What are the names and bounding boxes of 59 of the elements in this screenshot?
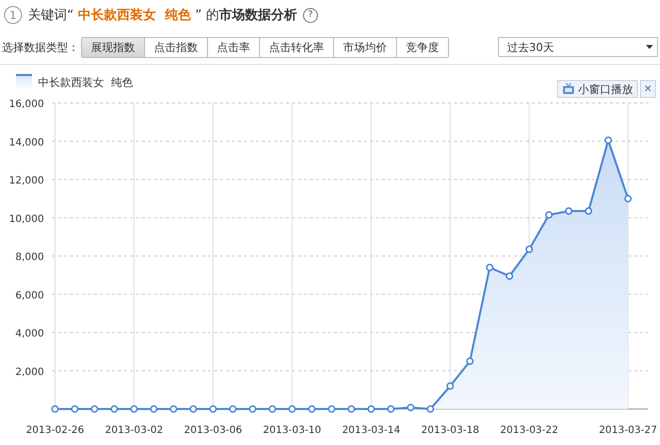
popout-button[interactable]: 小窗口播放 [557, 80, 638, 98]
y-axis-label: 10,000 [9, 214, 44, 225]
data-point [545, 211, 553, 219]
y-axis-label: 14,000 [9, 137, 44, 148]
data-point [486, 264, 494, 272]
data-point [229, 405, 237, 413]
data-point [584, 207, 592, 215]
help-icon[interactable]: ? [302, 8, 318, 22]
data-point [90, 405, 98, 413]
data-point [348, 405, 356, 413]
y-axis-label: 2,000 [15, 366, 44, 378]
data-point [170, 405, 178, 413]
data-point [71, 405, 78, 413]
data-point [406, 404, 414, 412]
data-type-tab[interactable]: 展现指数 [82, 38, 144, 56]
data-type-label: 选择数据类型： [2, 40, 79, 54]
data-point [624, 194, 632, 202]
data-point [525, 246, 533, 254]
data-point [367, 405, 375, 413]
data-point [130, 405, 138, 413]
y-axis-label: 4,000 [15, 328, 44, 340]
data-point [604, 136, 612, 144]
x-axis-label: 2013-03-22 [500, 425, 558, 436]
close-button[interactable]: ✕ [640, 80, 656, 98]
data-point [387, 405, 395, 413]
data-point [446, 382, 454, 390]
page-title: 关键词“ 中长款西装女 纯色 ” 的市场数据分析 [28, 6, 297, 24]
y-axis-label: 16,000 [9, 99, 44, 110]
caret-icon [646, 45, 653, 49]
data-point [51, 405, 59, 413]
y-axis-label: 12,000 [9, 176, 44, 186]
data-point [506, 272, 514, 280]
x-axis-label: 2013-03-27 [598, 425, 658, 436]
y-axis-label: 6,000 [15, 290, 44, 302]
data-point [150, 405, 158, 413]
legend-swatch [16, 74, 32, 90]
data-point [426, 405, 434, 413]
x-axis-label: 2013-03-02 [104, 425, 164, 436]
x-axis-label: 2013-03-14 [342, 425, 400, 436]
data-point [248, 405, 256, 413]
data-type-tab[interactable]: 竞争度 [396, 38, 448, 56]
data-point [190, 405, 198, 413]
step-number: 1 [4, 6, 22, 24]
data-point [564, 207, 572, 215]
data-point [328, 405, 336, 413]
period-dropdown[interactable]: 过去30天 [498, 37, 658, 57]
y-axis-label: 8,000 [15, 252, 44, 263]
data-point [209, 405, 217, 413]
data-point [308, 405, 316, 413]
legend-label: 中长款西装女 纯色 [38, 74, 133, 90]
x-axis-label: 2013-03-18 [421, 425, 480, 436]
data-point [110, 405, 118, 413]
data-point [466, 357, 474, 365]
data-point [268, 405, 276, 413]
x-axis-label: 2013-03-10 [263, 425, 322, 436]
x-axis-label: 2013-03-06 [184, 425, 242, 436]
tv-icon [562, 83, 575, 95]
data-point [288, 405, 296, 413]
x-axis-label: 2013-02-26 [26, 425, 84, 436]
